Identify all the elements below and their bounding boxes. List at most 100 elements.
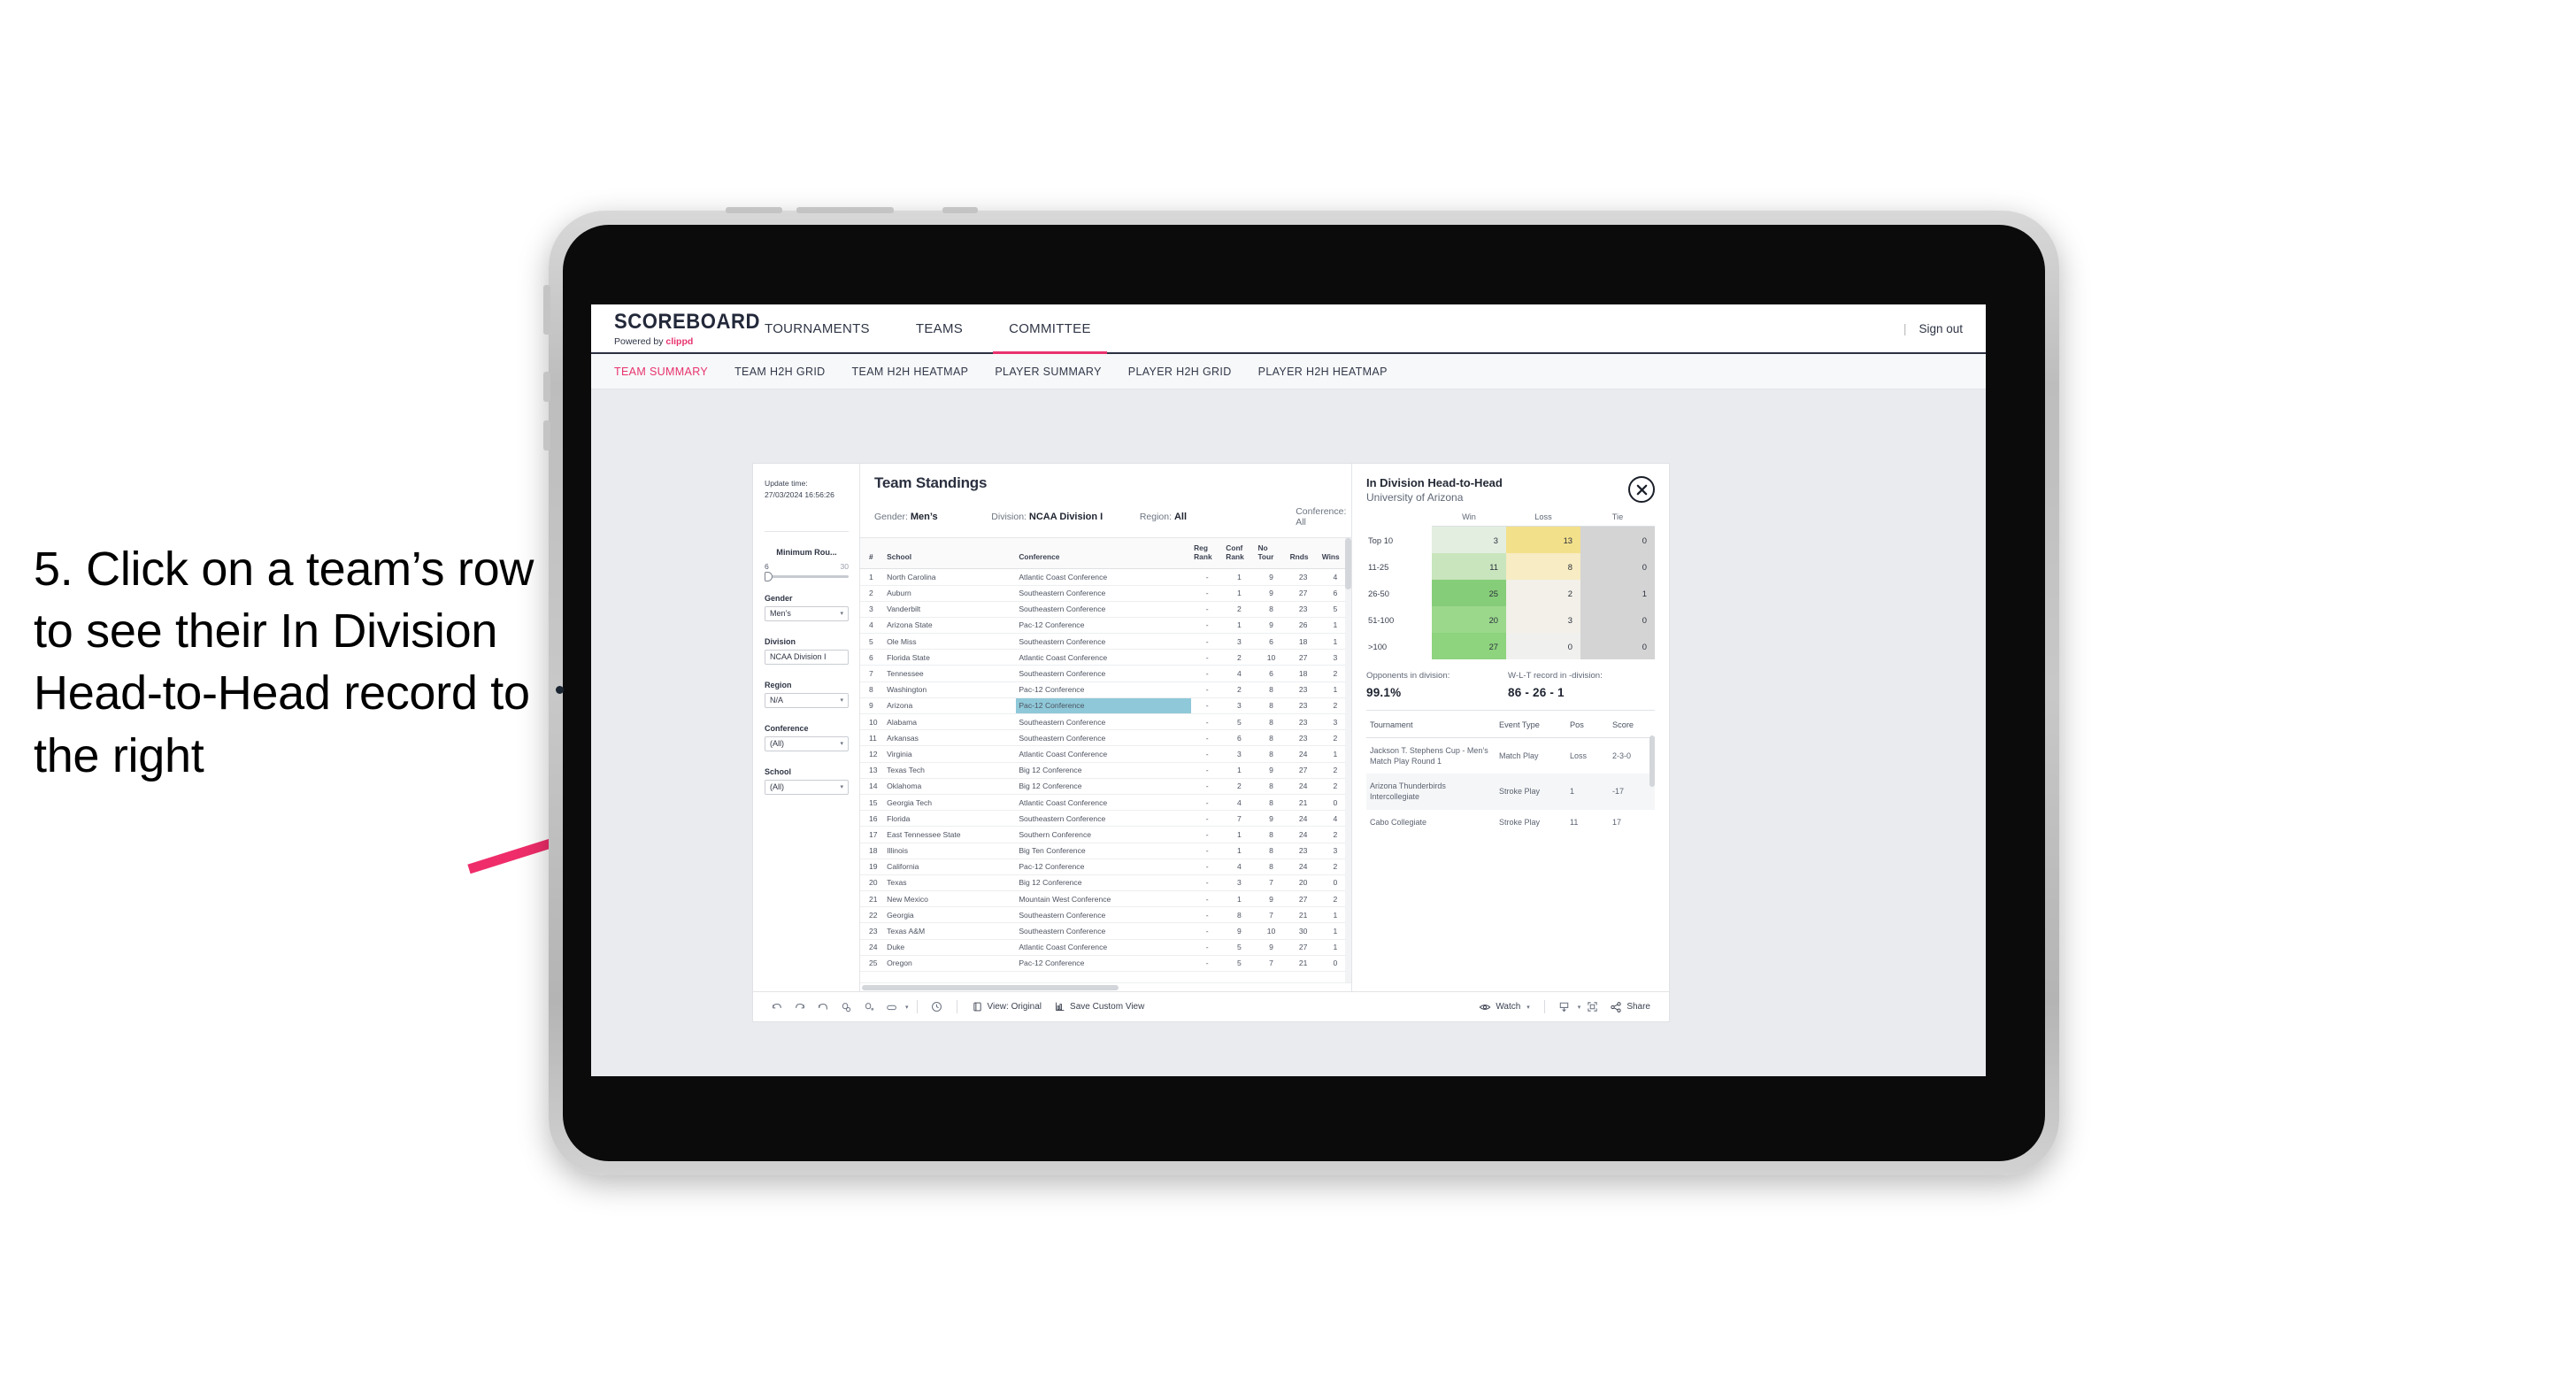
filter-division-select[interactable]: NCAA Division I: [765, 649, 849, 665]
tournaments-scrollbar-thumb[interactable]: [1649, 735, 1655, 787]
h2h-cell-tie[interactable]: 1: [1580, 580, 1655, 606]
h2h-cell-win[interactable]: 20: [1432, 606, 1506, 633]
table-row[interactable]: 14 Oklahoma Big 12 Conference -2 8 24 2: [860, 778, 1351, 795]
brand-logo[interactable]: SCOREBOARD Powered by clippd: [591, 304, 759, 352]
nav-item-committee[interactable]: COMMITTEE: [986, 304, 1114, 354]
revert-icon[interactable]: [811, 996, 834, 1019]
table-row[interactable]: 8 Washington Pac-12 Conference -2 8 23 1: [860, 681, 1351, 698]
view-original-button[interactable]: View: Original: [965, 1001, 1049, 1013]
chevron-down-icon: ▾: [840, 697, 843, 705]
table-row[interactable]: 12 Virginia Atlantic Coast Conference -3 8 24…: [860, 745, 1351, 763]
t-col-header-event-type[interactable]: Event Type: [1496, 712, 1566, 738]
table-row[interactable]: 3 Vanderbilt Southeastern Conference -2 8 23 5: [860, 601, 1351, 618]
table-row[interactable]: 23 Texas A&M Southeastern Conference -9 10 30…: [860, 922, 1351, 940]
device-layout-icon[interactable]: [880, 996, 904, 1019]
tournament-row[interactable]: Cabo Collegiate Stroke Play 11 17: [1366, 810, 1655, 835]
h2h-cell-tie[interactable]: 0: [1580, 633, 1655, 659]
col-header-no-tour[interactable]: No Tour: [1255, 538, 1288, 570]
standings-vertical-scrollbar[interactable]: [1345, 538, 1351, 982]
redo-icon[interactable]: [788, 996, 811, 1019]
col-header-conference[interactable]: Conference: [1016, 538, 1192, 570]
table-row[interactable]: 22 Georgia Southeastern Conference -8 7 21 1: [860, 906, 1351, 924]
table-row[interactable]: 6 Florida State Atlantic Coast Conference -…: [860, 649, 1351, 666]
standings-horizontal-scroll-thumb[interactable]: [862, 985, 1119, 990]
table-row[interactable]: 11 Arkansas Southeastern Conference -6 8 23 2: [860, 729, 1351, 747]
h2h-cell-tie[interactable]: 0: [1580, 526, 1655, 553]
tab-player-summary[interactable]: PLAYER SUMMARY: [995, 366, 1101, 378]
table-row[interactable]: 2 Auburn Southeastern Conference -1 9 27 6: [860, 585, 1351, 602]
undo-icon[interactable]: [765, 996, 788, 1019]
refresh-data-icon[interactable]: [834, 996, 857, 1019]
tab-player-h2h-heatmap[interactable]: PLAYER H2H HEATMAP: [1258, 366, 1388, 378]
table-row[interactable]: 24 Duke Atlantic Coast Conference -5 9 27 1: [860, 939, 1351, 956]
table-row[interactable]: 10 Alabama Southeastern Conference -5 8 23 3: [860, 713, 1351, 731]
table-row[interactable]: 5 Ole Miss Southeastern Conference -3 6 18 1: [860, 633, 1351, 651]
fullscreen-icon[interactable]: [1580, 996, 1603, 1019]
table-row[interactable]: 13 Texas Tech Big 12 Conference -1 9 27 2: [860, 762, 1351, 779]
cell-reg-rank: -: [1191, 794, 1224, 812]
table-row[interactable]: 25 Oregon Pac-12 Conference -5 7 21 0: [860, 955, 1351, 973]
h2h-cell-tie[interactable]: 0: [1580, 606, 1655, 633]
h2h-cell-win[interactable]: 25: [1432, 580, 1506, 606]
tab-player-h2h-grid[interactable]: PLAYER H2H GRID: [1128, 366, 1232, 378]
history-icon[interactable]: [926, 996, 949, 1019]
chevron-down-icon[interactable]: ▾: [905, 1004, 909, 1011]
col-header-rank[interactable]: #: [860, 538, 885, 570]
table-row[interactable]: 18 Illinois Big Ten Conference -1 8 23 3: [860, 843, 1351, 859]
table-row[interactable]: 21 New Mexico Mountain West Conference -1 9 2…: [860, 890, 1351, 908]
tab-team-h2h-grid[interactable]: TEAM H2H GRID: [734, 366, 825, 378]
filter-gender-select[interactable]: Men’s ▾: [765, 605, 849, 621]
table-row[interactable]: 20 Texas Big 12 Conference -3 7 20 0: [860, 874, 1351, 892]
standings-horizontal-scrollbar[interactable]: [860, 982, 1351, 991]
table-row[interactable]: 9 Arizona Pac-12 Conference -3 8 23 2: [860, 697, 1351, 715]
table-row[interactable]: 1 North Carolina Atlantic Coast Conference…: [860, 568, 1351, 586]
cell-school: Alabama: [884, 713, 1017, 731]
col-header-school[interactable]: School: [884, 538, 1017, 570]
table-row[interactable]: 4 Arizona State Pac-12 Conference -1 9 26 1: [860, 617, 1351, 635]
tab-team-summary[interactable]: TEAM SUMMARY: [614, 366, 708, 378]
pause-data-icon[interactable]: [857, 996, 880, 1019]
table-row[interactable]: 7 Tennessee Southeastern Conference -4 6 18 2: [860, 665, 1351, 682]
h2h-cell-loss[interactable]: 3: [1506, 606, 1580, 633]
brand-sub-prefix: Powered by: [614, 336, 666, 347]
minimum-rounds-slider-handle[interactable]: [765, 571, 773, 581]
filter-region-select[interactable]: N/A ▾: [765, 692, 849, 708]
filter-conference-select[interactable]: (All) ▾: [765, 735, 849, 751]
t-col-header-tournament[interactable]: Tournament: [1366, 712, 1496, 738]
watch-button[interactable]: Watch ▾: [1473, 1001, 1535, 1013]
standings-vertical-scroll-thumb[interactable]: [1345, 538, 1351, 589]
h2h-cell-loss[interactable]: 0: [1506, 633, 1580, 659]
table-row[interactable]: 15 Georgia Tech Atlantic Coast Conference -…: [860, 794, 1351, 812]
cell-no-tour: 8: [1255, 713, 1288, 731]
tournament-row[interactable]: Arizona Thunderbirds Intercollegiate Stro…: [1366, 774, 1655, 810]
col-header-conf-rank[interactable]: Conf Rank: [1223, 538, 1256, 570]
cell-rnds: 27: [1287, 762, 1319, 779]
share-button[interactable]: Share: [1603, 1001, 1657, 1013]
h2h-cell-win[interactable]: 27: [1432, 633, 1506, 659]
filter-school-select[interactable]: (All) ▾: [765, 779, 849, 795]
col-header-reg-rank[interactable]: Reg Rank: [1191, 538, 1224, 570]
table-row[interactable]: 19 California Pac-12 Conference -4 8 24 2: [860, 859, 1351, 875]
nav-item-tournaments[interactable]: TOURNAMENTS: [742, 304, 893, 352]
table-row[interactable]: 16 Florida Southeastern Conference -7 9 24 4: [860, 810, 1351, 828]
sign-out-link[interactable]: Sign out: [1919, 322, 1963, 335]
download-icon[interactable]: [1553, 996, 1576, 1019]
h2h-cell-loss[interactable]: 13: [1506, 526, 1580, 553]
h2h-cell-tie[interactable]: 0: [1580, 553, 1655, 580]
table-row[interactable]: 17 East Tennessee State Southern Conferenc…: [860, 826, 1351, 843]
h2h-cell-loss[interactable]: 2: [1506, 580, 1580, 606]
t-col-header-pos[interactable]: Pos: [1566, 712, 1609, 738]
h2h-cell-win[interactable]: 3: [1432, 526, 1506, 553]
tournament-row[interactable]: Jackson T. Stephens Cup - Men’s Match Pl…: [1366, 738, 1655, 774]
close-button[interactable]: [1628, 476, 1655, 503]
cell-school: Florida State: [884, 649, 1017, 666]
minimum-rounds-slider[interactable]: [765, 571, 849, 581]
tab-team-h2h-heatmap[interactable]: TEAM H2H HEATMAP: [852, 366, 969, 378]
save-custom-view-button[interactable]: Save Custom View: [1048, 1001, 1150, 1013]
tablet-button-top-2: [796, 207, 894, 213]
h2h-cell-win[interactable]: 11: [1432, 553, 1506, 580]
col-header-rnds[interactable]: Rnds: [1287, 538, 1319, 570]
t-col-header-score[interactable]: Score: [1609, 712, 1655, 738]
h2h-cell-loss[interactable]: 8: [1506, 553, 1580, 580]
nav-item-teams[interactable]: TEAMS: [893, 304, 986, 352]
